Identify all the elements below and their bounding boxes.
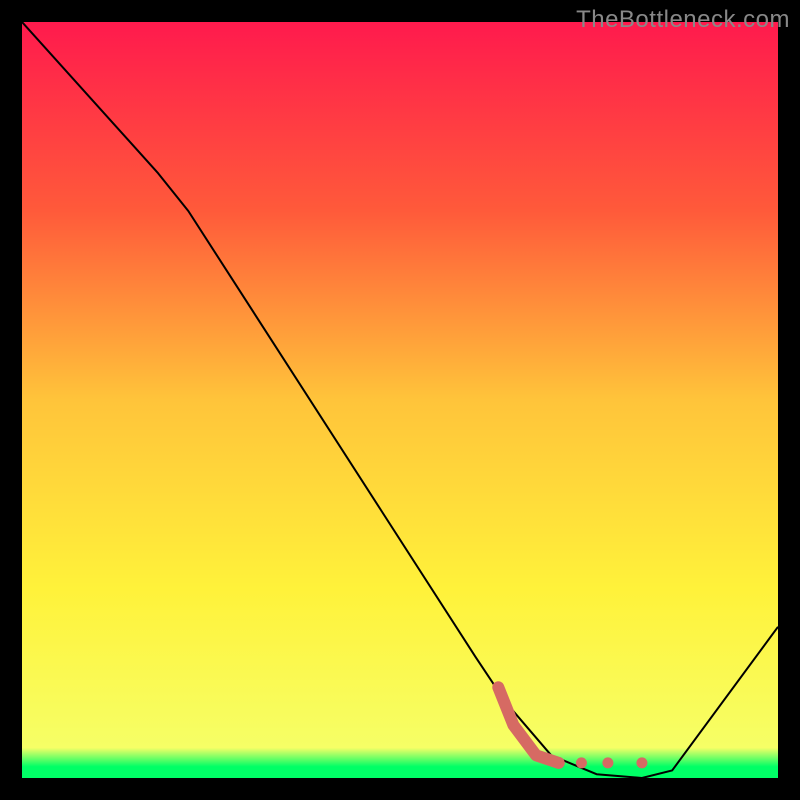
highlight-dots-point bbox=[602, 757, 613, 768]
highlight-dots-point bbox=[576, 757, 587, 768]
chart-plot-area bbox=[22, 22, 778, 778]
gradient-background bbox=[22, 22, 778, 778]
watermark-text: TheBottleneck.com bbox=[576, 6, 790, 34]
highlight-dots-point bbox=[636, 757, 647, 768]
chart-svg bbox=[22, 22, 778, 778]
